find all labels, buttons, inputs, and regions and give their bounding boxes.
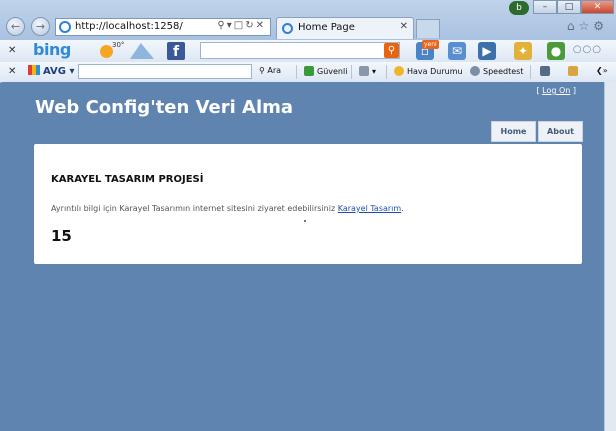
avg-calculator-button[interactable] xyxy=(540,66,553,76)
separator xyxy=(386,65,387,79)
description-text: Ayrıntılı bilgi için Karayel Tasarımın i… xyxy=(51,204,336,213)
video-icon[interactable]: ▶ xyxy=(478,42,496,60)
web-page: [ Log On ] Web Config'ten Veri Alma Home… xyxy=(2,82,604,431)
menu-home[interactable]: Home xyxy=(491,121,536,142)
back-arrow-icon: ← xyxy=(10,20,21,33)
avg-toolbar: ✕ AVG ▾ ⚲ Ara Güvenli ▾ Hava Durumu Spee… xyxy=(0,62,616,83)
site-title: Web Config'ten Veri Alma xyxy=(35,97,294,118)
avg-search-input[interactable] xyxy=(78,64,252,79)
forward-button[interactable]: → xyxy=(31,17,50,36)
login-bracket-close: ] xyxy=(570,86,576,95)
project-description: Ayrıntılı bilgi için Karayel Tasarımın i… xyxy=(51,204,404,213)
home-icon[interactable]: ⌂ xyxy=(567,19,579,33)
weather-widget[interactable]: 30° xyxy=(98,41,125,59)
more-options-icon[interactable]: ○○○ xyxy=(573,44,602,55)
favorites-star-icon[interactable]: ☆ xyxy=(578,19,593,33)
search-icon: ⚲ xyxy=(387,45,396,56)
chrome-icons: ⌂☆⚙ xyxy=(567,19,608,33)
new-tab-button[interactable] xyxy=(416,19,440,38)
project-heading: KARAYEL TASARIM PROJESİ xyxy=(51,174,204,185)
refresh-icon[interactable]: ↻ xyxy=(245,20,255,31)
description-period: . xyxy=(401,204,404,213)
tab-page-icon xyxy=(282,23,293,34)
vertical-scrollbar[interactable] xyxy=(604,82,616,431)
avg-toolbar-close-icon[interactable]: ✕ xyxy=(8,66,16,77)
games-icon[interactable]: ✦ xyxy=(514,42,532,60)
tab-close-icon[interactable]: ✕ xyxy=(400,21,408,32)
search-icon[interactable]: ⚲ xyxy=(217,20,226,31)
avg-logo[interactable]: AVG ▾ xyxy=(28,65,75,77)
address-bar[interactable]: http://localhost:1258/ ⚲▾□↻✕ xyxy=(55,18,271,36)
avg-trash-button[interactable]: ▾ xyxy=(359,66,376,76)
search-icon: ⚲ xyxy=(259,66,265,75)
separator xyxy=(296,65,297,79)
bing-search-input[interactable] xyxy=(200,42,400,59)
avg-search-label: Ara xyxy=(267,66,282,75)
dropdown-icon[interactable]: ▾ xyxy=(227,20,234,31)
bing-toolbar: ✕ bing 30° f ⚲ ▫ yeni ✉ ▶ ✦ ● ○○○ xyxy=(0,40,616,63)
notes-icon xyxy=(568,66,578,76)
config-value: 15 xyxy=(51,227,72,245)
avg-weather-button[interactable]: Hava Durumu xyxy=(394,66,463,76)
separator xyxy=(351,65,352,79)
avg-safe-label: Güvenli xyxy=(317,67,348,76)
facebook-icon[interactable]: f xyxy=(167,42,185,60)
avg-logo-text: AVG xyxy=(43,66,67,77)
speedometer-icon xyxy=(470,66,480,76)
shield-icon xyxy=(304,66,314,76)
avg-search-button[interactable]: ⚲ Ara xyxy=(259,66,281,75)
separator xyxy=(530,65,531,79)
avg-safe-button[interactable]: Güvenli xyxy=(304,66,347,76)
address-url: http://localhost:1258/ xyxy=(75,21,183,32)
calculator-icon xyxy=(540,66,550,76)
log-on-link[interactable]: Log On xyxy=(542,86,570,95)
maximize-button[interactable]: □ xyxy=(557,0,581,14)
bing-logo[interactable]: bing xyxy=(33,40,71,59)
weather-temp: 30° xyxy=(112,41,125,49)
address-tools[interactable]: ⚲▾□↻✕ xyxy=(217,20,266,31)
menu-about[interactable]: About xyxy=(538,121,583,142)
tab-home-page[interactable]: Home Page ✕ xyxy=(276,17,414,39)
avg-speedtest-button[interactable]: Speedtest xyxy=(470,66,523,76)
chat-icon[interactable]: ✉ xyxy=(448,42,466,60)
window-close-button[interactable]: ✕ xyxy=(581,0,614,14)
avg-notes-button[interactable] xyxy=(568,66,581,76)
bing-search-button[interactable]: ⚲ xyxy=(384,43,399,58)
back-button[interactable]: ← xyxy=(6,17,25,36)
mail-icon[interactable] xyxy=(130,43,154,59)
karayel-link[interactable]: Karayel Tasarım xyxy=(338,204,401,213)
avg-logo-icon xyxy=(28,65,40,75)
forward-arrow-icon: → xyxy=(35,20,46,33)
new-badge: yeni xyxy=(422,40,439,49)
avg-more-button[interactable]: ❮» xyxy=(596,66,608,75)
avg-weather-label: Hava Durumu xyxy=(407,67,463,76)
stray-dot xyxy=(304,220,306,222)
weather-icon xyxy=(394,66,404,76)
browser-titlebar: ← → http://localhost:1258/ ⚲▾□↻✕ Home Pa… xyxy=(0,0,616,40)
tools-gear-icon[interactable]: ⚙ xyxy=(593,19,608,33)
people-icon[interactable]: ● xyxy=(547,42,565,60)
tab-title: Home Page xyxy=(298,22,355,33)
compat-icon[interactable]: □ xyxy=(234,20,245,31)
bing-toolbar-close-icon[interactable]: ✕ xyxy=(8,45,16,56)
avg-speedtest-label: Speedtest xyxy=(483,67,524,76)
main-content: KARAYEL TASARIM PROJESİ Ayrıntılı bilgi … xyxy=(34,144,582,264)
login-display: [ Log On ] xyxy=(536,86,576,95)
bing-badge-icon[interactable]: b xyxy=(509,1,529,15)
ie-page-icon xyxy=(59,21,71,33)
minimize-button[interactable]: – xyxy=(533,0,557,14)
stop-icon[interactable]: ✕ xyxy=(256,20,266,31)
trash-icon xyxy=(359,66,369,76)
